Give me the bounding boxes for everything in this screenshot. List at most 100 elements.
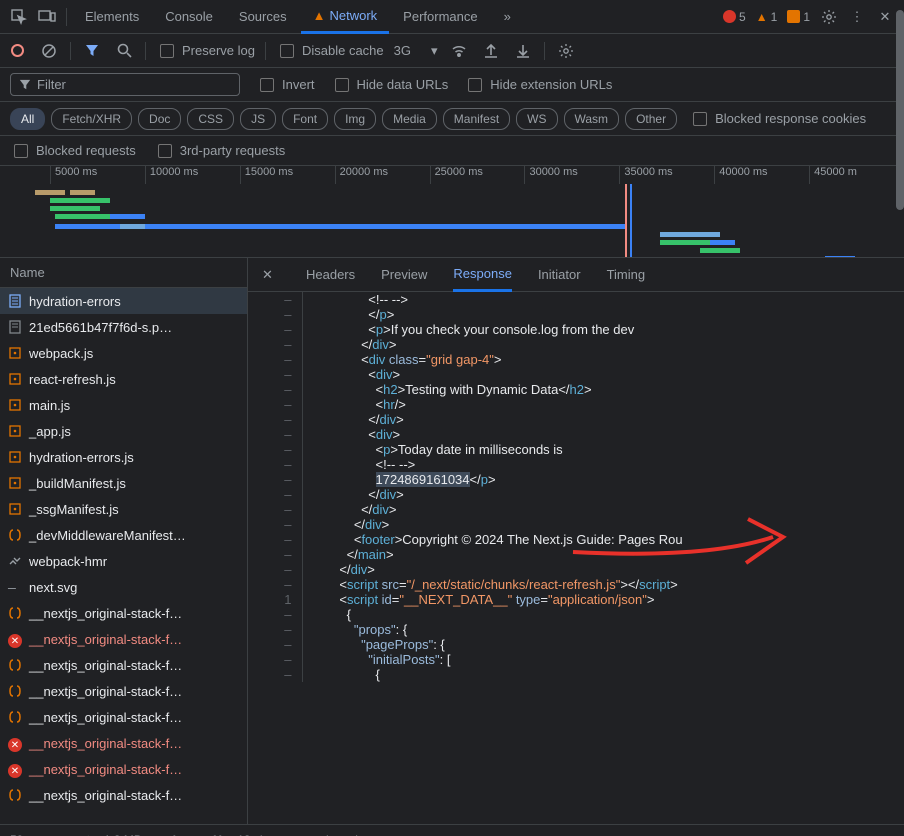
inspect-icon[interactable] — [6, 4, 32, 30]
request-row[interactable]: —next.svg — [0, 574, 247, 600]
selection-info: 13 characters selected — [237, 833, 358, 836]
tab-preview[interactable]: Preview — [381, 259, 427, 290]
flag-icon — [787, 10, 800, 23]
blocked-cookies-checkbox[interactable]: Blocked response cookies — [689, 109, 866, 129]
request-row[interactable]: webpack-hmr — [0, 548, 247, 574]
chip-ws[interactable]: WS — [516, 108, 557, 130]
file-icon — [8, 476, 23, 491]
error-badge[interactable]: 5 — [719, 10, 750, 24]
chip-js[interactable]: JS — [240, 108, 276, 130]
request-row[interactable]: ✕ __nextjs_original-stack-f… — [0, 626, 247, 652]
clear-button[interactable] — [38, 40, 60, 62]
chip-manifest[interactable]: Manifest — [443, 108, 510, 130]
chip-css[interactable]: CSS — [187, 108, 234, 130]
close-detail-icon[interactable]: ✕ — [262, 267, 280, 283]
warn-badge[interactable]: ▲1 — [752, 10, 782, 24]
request-name: webpack.js — [29, 346, 93, 361]
request-name: __nextjs_original-stack-f… — [29, 736, 182, 751]
request-row[interactable]: __nextjs_original-stack-f… — [0, 600, 247, 626]
gear-icon[interactable] — [816, 4, 842, 30]
tab-response[interactable]: Response — [453, 258, 512, 292]
file-icon — [8, 398, 23, 413]
gear-icon[interactable] — [555, 40, 577, 62]
request-row[interactable]: main.js — [0, 392, 247, 418]
kebab-icon[interactable]: ⋮ — [844, 4, 870, 30]
scrollbar-thumb[interactable] — [896, 10, 904, 210]
request-row[interactable]: webpack.js — [0, 340, 247, 366]
request-row[interactable]: 21ed5661b47f7f6d-s.p… — [0, 314, 247, 340]
request-row[interactable]: _buildManifest.js — [0, 470, 247, 496]
invert-checkbox[interactable]: Invert — [256, 75, 315, 95]
request-row[interactable]: hydration-errors — [0, 288, 247, 314]
chip-img[interactable]: Img — [334, 108, 376, 130]
filter-input[interactable]: Filter — [10, 73, 240, 96]
upload-icon[interactable] — [480, 40, 502, 62]
disable-cache-checkbox[interactable]: Disable cache — [276, 41, 384, 61]
response-code[interactable]: – <!-- --> – </p> – <p>If you check your… — [248, 292, 904, 824]
record-button[interactable] — [6, 40, 28, 62]
tab-timing[interactable]: Timing — [607, 259, 646, 290]
request-row[interactable]: _devMiddlewareManifest… — [0, 522, 247, 548]
request-row[interactable]: ✕__nextjs_original-stack-f… — [0, 756, 247, 782]
chip-media[interactable]: Media — [382, 108, 437, 130]
chip-doc[interactable]: Doc — [138, 108, 181, 130]
request-row[interactable]: _ssgManifest.js — [0, 496, 247, 522]
request-name: main.js — [29, 398, 70, 413]
request-name: __nextjs_original-stack-f… — [29, 632, 182, 647]
msg-badge[interactable]: 1 — [783, 10, 814, 24]
file-icon — [8, 788, 23, 803]
filter-icon[interactable] — [81, 40, 103, 62]
request-row[interactable]: hydration-errors.js — [0, 444, 247, 470]
request-row[interactable]: react-refresh.js — [0, 366, 247, 392]
hide-ext-checkbox[interactable]: Hide extension URLs — [464, 75, 612, 95]
request-row[interactable]: __nextjs_original-stack-f… — [0, 782, 247, 808]
request-row[interactable]: __nextjs_original-stack-f… — [0, 678, 247, 704]
tab-headers[interactable]: Headers — [306, 259, 355, 290]
download-icon[interactable] — [512, 40, 534, 62]
request-row[interactable]: ✕__nextjs_original-stack-f… — [0, 730, 247, 756]
main-split: Name hydration-errors21ed5661b47f7f6d-s.… — [0, 258, 904, 824]
chip-wasm[interactable]: Wasm — [564, 108, 620, 130]
file-icon — [8, 424, 23, 439]
network-toolbar: Preserve log Disable cache 3G ▾ — [0, 34, 904, 68]
file-icon — [8, 450, 23, 465]
blocked-req-checkbox[interactable]: Blocked requests — [10, 141, 136, 161]
request-name: __nextjs_original-stack-f… — [29, 710, 182, 725]
file-icon — [8, 606, 23, 621]
tab-elements[interactable]: Elements — [73, 0, 151, 34]
chip-other[interactable]: Other — [625, 108, 677, 130]
chip-font[interactable]: Font — [282, 108, 328, 130]
error-icon — [723, 10, 736, 23]
file-icon — [8, 502, 23, 517]
search-icon[interactable] — [113, 40, 135, 62]
file-icon: ✕ — [8, 632, 23, 647]
chevron-down-icon[interactable]: ▾ — [431, 43, 438, 59]
file-icon — [8, 710, 23, 725]
warning-icon: ▲ — [756, 10, 768, 24]
tab-initiator[interactable]: Initiator — [538, 259, 581, 290]
hide-data-checkbox[interactable]: Hide data URLs — [331, 75, 449, 95]
request-count: 59 requests — [10, 833, 73, 836]
throttle-select[interactable]: 3G — [394, 43, 411, 58]
filter-bar: Filter Invert Hide data URLs Hide extens… — [0, 68, 904, 102]
chip-fetch[interactable]: Fetch/XHR — [51, 108, 132, 130]
wifi-icon[interactable] — [448, 40, 470, 62]
detail-pane: ✕ Headers Preview Response Initiator Tim… — [248, 258, 904, 824]
request-row[interactable]: _app.js — [0, 418, 247, 444]
tab-overflow[interactable]: » — [492, 0, 523, 34]
tab-console[interactable]: Console — [153, 0, 225, 34]
request-row[interactable]: __nextjs_original-stack-f… — [0, 704, 247, 730]
third-party-checkbox[interactable]: 3rd-party requests — [154, 141, 286, 161]
warning-icon: ▲ — [313, 8, 326, 23]
device-icon[interactable] — [34, 4, 60, 30]
tab-sources[interactable]: Sources — [227, 0, 299, 34]
request-name: __nextjs_original-stack-f… — [29, 684, 182, 699]
tab-performance[interactable]: Performance — [391, 0, 489, 34]
chip-all[interactable]: All — [10, 108, 45, 130]
close-icon[interactable]: ✕ — [872, 4, 898, 30]
request-row[interactable]: __nextjs_original-stack-f… — [0, 652, 247, 678]
tab-network[interactable]: ▲Network — [301, 0, 390, 34]
preserve-log-checkbox[interactable]: Preserve log — [156, 41, 255, 61]
timeline[interactable]: 5000 ms10000 ms15000 ms20000 ms25000 ms3… — [0, 166, 904, 258]
name-column-header[interactable]: Name — [0, 258, 247, 288]
